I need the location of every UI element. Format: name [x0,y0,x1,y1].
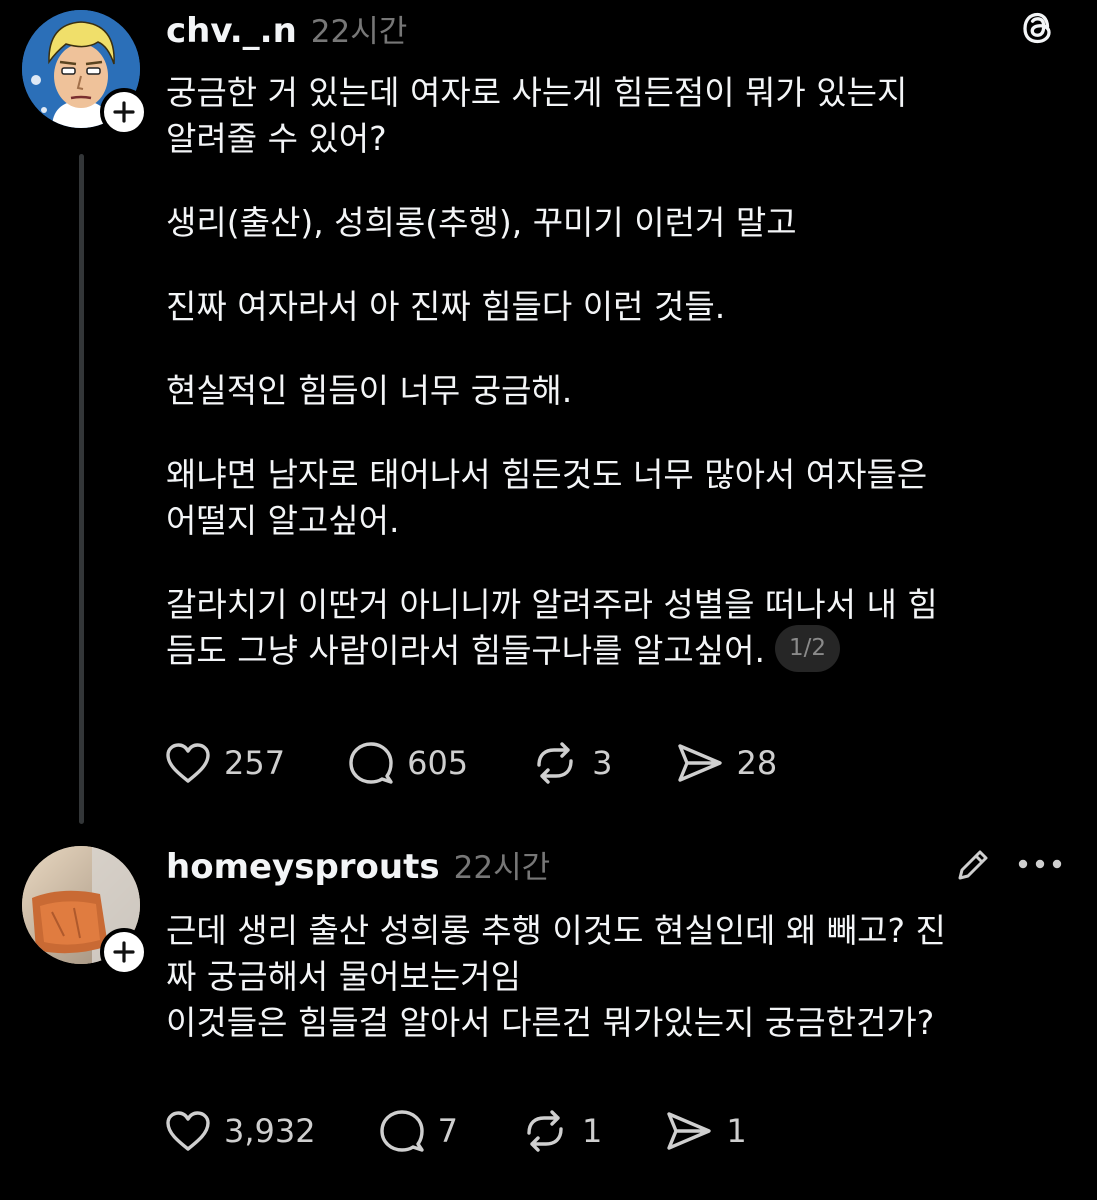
text-line: 궁금한 거 있는데 여자로 사는게 힘든점이 뭐가 있는지 [166,73,908,112]
text-line: 현실적인 힘듬이 너무 궁금해. [166,371,573,410]
reply-count: 7 [437,1112,458,1150]
share-button[interactable]: 28 [675,741,778,785]
username[interactable]: homeysprouts [166,847,440,887]
paragraph: 현실적인 힘듬이 너무 궁금해. [166,368,1066,414]
text-line: 짜 궁금해서 물어보는거임 [166,957,521,996]
text-line: 왜냐면 남자로 태어나서 힘든것도 너무 많아서 여자들은 [166,455,928,494]
heart-icon [166,743,210,783]
plus-icon [113,941,135,963]
repost-icon [527,1110,563,1152]
send-icon [677,744,722,782]
paragraph: 궁금한 거 있는데 여자로 사는게 힘든점이 뭐가 있는지 알려줄 수 있어? [166,70,1066,162]
text-line: 알려줄 수 있어? [166,119,387,158]
paragraph: 생리(출산), 성희롱(추행), 꾸미기 이런거 말고 [166,200,1066,246]
paragraph: 진짜 여자라서 아 진짜 힘들다 이런 것들. [166,284,1066,330]
speech-bubble-icon [379,1110,424,1152]
paragraph: 왜냐면 남자로 태어나서 힘든것도 너무 많아서 여자들은 어떨지 알고싶어. [166,452,1066,544]
heart-icon [166,1111,210,1151]
plus-icon [113,101,135,123]
repost-button[interactable]: 1 [520,1109,602,1153]
action-bar: 3,932 7 1 1 [164,1108,809,1154]
share-button[interactable]: 1 [664,1109,747,1153]
page-indicator[interactable]: 1/2 [774,625,840,672]
text-line: 진짜 여자라서 아 진짜 힘들다 이런 것들. [166,287,726,326]
post-original: chv._.n 22시간 궁금한 거 있는데 여자로 사는게 힘든점이 뭐가 있… [0,0,1097,830]
post-reply: homeysprouts 22시간 근데 생리 출산 성희롱 추행 이것도 현실… [0,830,1097,1200]
share-count: 28 [736,744,778,782]
like-button[interactable]: 257 [164,741,285,785]
reply-button[interactable]: 605 [347,740,468,786]
like-count: 257 [224,744,286,782]
reply-count: 605 [407,744,469,782]
share-count: 1 [726,1112,747,1150]
repost-icon [537,742,573,784]
follow-button[interactable] [100,88,148,136]
pencil-icon[interactable] [948,842,998,888]
post-body: 궁금한 거 있는데 여자로 사는게 힘든점이 뭐가 있는지 알려줄 수 있어? … [166,70,1066,676]
follow-button[interactable] [100,928,148,976]
post-body: 근데 생리 출산 성희롱 추행 이것도 현실인데 왜 빼고? 진 짜 궁금해서 … [166,908,1066,1046]
repost-count: 3 [592,744,613,782]
text-line: 생리(출산), 성희롱(추행), 꾸미기 이런거 말고 [166,203,797,242]
username[interactable]: chv._.n [166,11,297,51]
text-line: 듬도 그냥 사람이라서 힘들구나를 알고싶어. [166,631,765,670]
text-line: 갈라치기 이딴거 아니니까 알려주라 성별을 떠나서 내 힘 [166,585,938,624]
like-button[interactable]: 3,932 [164,1109,316,1153]
send-icon [667,1112,712,1150]
like-count: 3,932 [224,1112,316,1150]
timestamp: 22시간 [310,14,408,50]
thread-line [79,154,84,824]
repost-count: 1 [581,1112,603,1150]
paragraph: 갈라치기 이딴거 아니니까 알려주라 성별을 떠나서 내 힘 듬도 그냥 사람이… [166,582,1066,676]
paragraph: 근데 생리 출산 성희롱 추행 이것도 현실인데 왜 빼고? 진 짜 궁금해서 … [166,908,1066,1046]
timestamp: 22시간 [453,850,551,886]
speech-bubble-icon [349,742,393,784]
text-line: 근데 생리 출산 성희롱 추행 이것도 현실인데 왜 빼고? 진 [166,911,946,950]
reply-button[interactable]: 7 [378,1108,458,1154]
post-header: chv._.n 22시간 [166,6,407,51]
post-header: homeysprouts 22시간 [166,842,550,887]
text-line: 어떨지 알고싶어. [166,501,400,540]
text-line: 이것들은 힘들걸 알아서 다른건 뭐가있는지 궁금한건가? [166,1003,935,1042]
action-bar: 257 605 3 28 [164,740,839,786]
more-icon[interactable] [1016,844,1064,884]
threads-logo-icon[interactable] [1016,6,1060,50]
repost-button[interactable]: 3 [530,741,613,785]
